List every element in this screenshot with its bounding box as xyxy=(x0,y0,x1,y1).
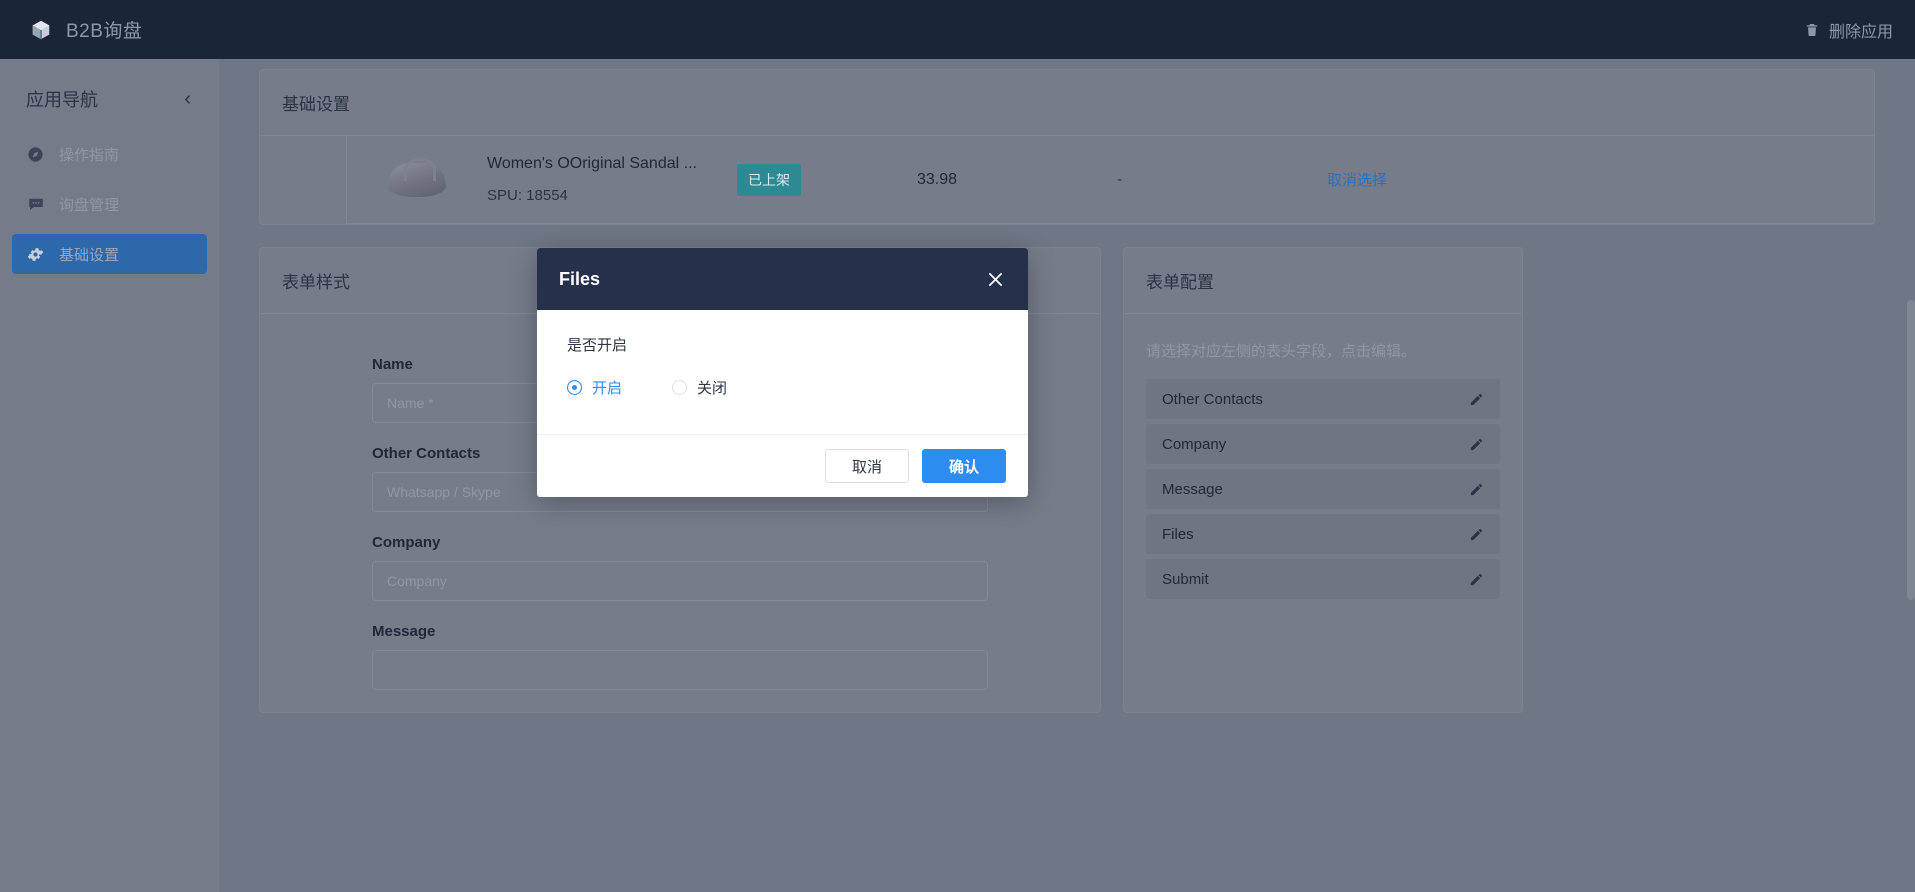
pencil-icon[interactable] xyxy=(1469,482,1484,497)
form-config-hint: 请选择对应左侧的表头字段，点击编辑。 xyxy=(1146,343,1417,360)
config-item-label: Message xyxy=(1162,480,1223,498)
field-label-message: Message xyxy=(372,623,436,640)
enable-radio-group: 开启 关闭 xyxy=(567,377,998,398)
basic-settings-title: 基础设置 xyxy=(260,70,1874,136)
cube-icon xyxy=(30,19,52,41)
page-scrollbar[interactable] xyxy=(1907,300,1915,600)
basic-settings-body: Women's OOriginal Sandal ... SPU: 18554 … xyxy=(260,136,1874,224)
cancel-button[interactable]: 取消 xyxy=(824,449,909,483)
config-item-message[interactable]: Message xyxy=(1146,469,1500,509)
sidebar-item-guide[interactable]: 操作指南 xyxy=(12,134,207,174)
config-item-submit[interactable]: Submit xyxy=(1146,559,1500,599)
radio-dot-icon xyxy=(567,380,582,395)
sandal-image xyxy=(347,157,487,197)
sidebar-item-basic-settings[interactable]: 基础设置 xyxy=(12,234,207,274)
files-modal: Files 是否开启 开启 关闭 取消 确认 xyxy=(537,248,1028,497)
config-item-company[interactable]: Company xyxy=(1146,424,1500,464)
close-icon[interactable] xyxy=(985,269,1006,290)
sidebar-item-inquiry[interactable]: 询盘管理 xyxy=(12,184,207,224)
main-content: 基础设置 Women's OOriginal Sandal ... SPU: 1… xyxy=(219,59,1915,892)
pencil-icon[interactable] xyxy=(1469,572,1484,587)
radio-label: 开启 xyxy=(592,380,623,397)
modal-body: 是否开启 开启 关闭 xyxy=(537,310,1028,434)
product-price: 33.98 xyxy=(917,170,958,188)
trash-icon xyxy=(1804,22,1820,38)
config-item-label: Submit xyxy=(1162,570,1209,588)
delete-app-button[interactable]: 删除应用 xyxy=(1804,18,1893,42)
config-item-other-contacts[interactable]: Other Contacts xyxy=(1146,379,1500,419)
config-item-label: Company xyxy=(1162,435,1227,453)
enable-field-label: 是否开启 xyxy=(567,337,628,354)
table-row[interactable]: Women's OOriginal Sandal ... SPU: 18554 … xyxy=(346,136,1874,224)
modal-title: Files xyxy=(559,268,601,289)
brand: B2B询盘 xyxy=(30,16,142,43)
product-info: Women's OOriginal Sandal ... SPU: 18554 xyxy=(487,155,737,204)
gear-icon xyxy=(26,246,45,263)
top-bar: B2B询盘 删除应用 xyxy=(0,0,1915,59)
product-name: Women's OOriginal Sandal ... xyxy=(487,155,697,172)
radio-dot-icon xyxy=(672,380,688,395)
modal-header: Files xyxy=(537,248,1028,310)
compass-icon xyxy=(26,146,45,163)
cancel-select-link[interactable]: 取消选择 xyxy=(1327,169,1387,190)
confirm-button[interactable]: 确认 xyxy=(921,449,1006,483)
radio-enable-on[interactable]: 开启 xyxy=(567,377,622,398)
product-extra: - xyxy=(1117,171,1122,188)
sidebar-title: 应用导航 xyxy=(26,90,98,110)
message-input[interactable] xyxy=(372,650,988,690)
pencil-icon[interactable] xyxy=(1469,437,1484,452)
field-group-company: Company xyxy=(372,534,988,601)
basic-settings-card: 基础设置 Women's OOriginal Sandal ... SPU: 1… xyxy=(259,69,1875,225)
status-badge: 已上架 xyxy=(737,163,801,196)
form-config-title: 表单配置 xyxy=(1124,248,1522,314)
pencil-icon[interactable] xyxy=(1469,527,1484,542)
sidebar-item-label: 基础设置 xyxy=(59,246,120,264)
delete-app-label: 删除应用 xyxy=(1828,23,1893,41)
brand-title: B2B询盘 xyxy=(66,21,143,42)
form-config-card: 表单配置 请选择对应左侧的表头字段，点击编辑。 Other Contacts C… xyxy=(1123,247,1523,713)
sidebar-item-label: 询盘管理 xyxy=(59,196,120,214)
config-item-files[interactable]: Files xyxy=(1146,514,1500,554)
field-group-message: Message xyxy=(372,623,988,690)
settings-split: 表单样式 Name Other Contacts xyxy=(259,247,1875,735)
radio-enable-off[interactable]: 关闭 xyxy=(672,377,727,398)
sidebar-item-label: 操作指南 xyxy=(59,146,120,164)
form-config-body: 请选择对应左侧的表头字段，点击编辑。 Other Contacts Compan… xyxy=(1124,314,1522,599)
config-item-label: Files xyxy=(1162,525,1194,543)
field-label-company: Company xyxy=(372,534,441,551)
config-item-label: Other Contacts xyxy=(1162,390,1263,408)
sidebar-header: 应用导航 ‹ xyxy=(0,59,219,134)
chevron-left-icon[interactable]: ‹ xyxy=(180,89,195,109)
pencil-icon[interactable] xyxy=(1469,392,1484,407)
product-table: Women's OOriginal Sandal ... SPU: 18554 … xyxy=(260,136,1874,224)
company-input[interactable] xyxy=(372,561,988,601)
chat-icon xyxy=(26,195,45,213)
radio-label: 关闭 xyxy=(697,380,728,397)
sidebar: 应用导航 ‹ 操作指南 询盘管理 基础设置 xyxy=(0,59,219,892)
product-action-cell: 取消选择 xyxy=(1327,169,1874,190)
product-status: 已上架 xyxy=(737,163,917,196)
modal-footer: 取消 确认 xyxy=(537,434,1028,497)
product-spu: SPU: 18554 xyxy=(487,187,568,204)
